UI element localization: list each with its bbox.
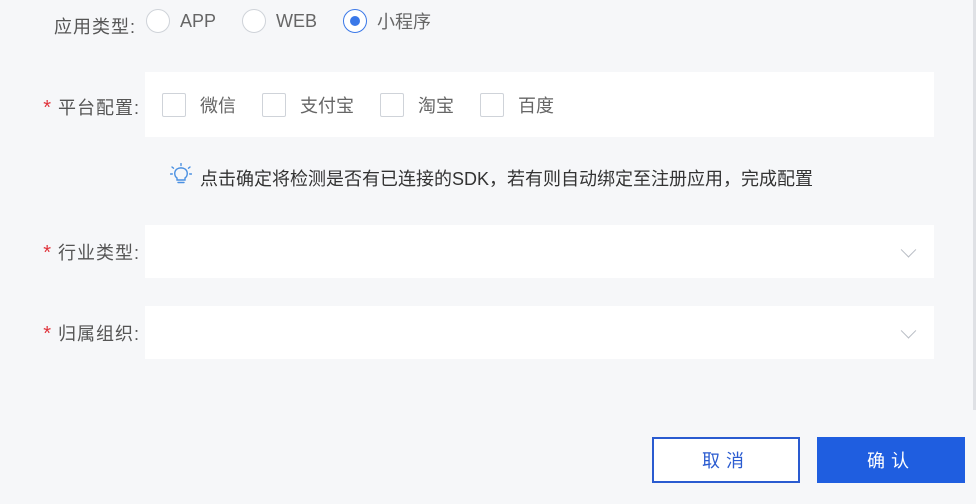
platform-label-wrap: * 平台配置: bbox=[0, 94, 140, 120]
sdk-hint: 点击确定将检测是否有已连接的SDK，若有则自动绑定至注册应用，完成配置 bbox=[169, 162, 814, 192]
checkbox-alipay-label: 支付宝 bbox=[300, 95, 354, 116]
organization-label: 归属组织: bbox=[57, 324, 140, 344]
radio-web-label: WEB bbox=[276, 10, 318, 31]
radio-mini-program-circle[interactable] bbox=[343, 9, 368, 33]
checkbox-taobao-box[interactable] bbox=[380, 92, 404, 117]
checkbox-taobao-label: 淘宝 bbox=[418, 95, 454, 116]
radio-web[interactable]: WEB bbox=[242, 8, 317, 34]
lightbulb-icon bbox=[169, 162, 193, 192]
radio-web-circle[interactable] bbox=[242, 9, 267, 33]
radio-app-circle[interactable] bbox=[146, 9, 170, 33]
required-mark: * bbox=[43, 323, 52, 345]
app-type-radio-group: APP WEB 小程序 bbox=[146, 8, 431, 34]
required-mark: * bbox=[43, 242, 52, 264]
confirm-button[interactable]: 确认 bbox=[817, 437, 965, 483]
organization-label-wrap: * 归属组织: bbox=[0, 320, 140, 346]
checkbox-wechat-box[interactable] bbox=[162, 92, 186, 117]
platform-label: 平台配置: bbox=[57, 98, 140, 118]
checkbox-taobao[interactable]: 淘宝 bbox=[380, 92, 454, 118]
industry-label-wrap: * 行业类型: bbox=[0, 239, 140, 265]
organization-select[interactable] bbox=[145, 306, 934, 359]
checkbox-alipay-box[interactable] bbox=[262, 92, 286, 117]
platform-checkbox-panel: 微信 支付宝 淘宝 百度 bbox=[145, 72, 934, 137]
app-type-label: 应用类型: bbox=[53, 17, 136, 37]
chevron-down-icon[interactable] bbox=[900, 241, 917, 258]
checkbox-wechat[interactable]: 微信 bbox=[162, 92, 236, 118]
sdk-hint-text: 点击确定将检测是否有已连接的SDK，若有则自动绑定至注册应用，完成配置 bbox=[200, 168, 814, 189]
checkbox-wechat-label: 微信 bbox=[200, 95, 236, 116]
checkbox-baidu[interactable]: 百度 bbox=[480, 92, 554, 118]
checkbox-baidu-box[interactable] bbox=[480, 92, 504, 117]
checkbox-alipay[interactable]: 支付宝 bbox=[262, 92, 354, 118]
industry-select[interactable] bbox=[145, 225, 934, 278]
required-mark: * bbox=[43, 97, 52, 119]
cancel-button[interactable]: 取消 bbox=[652, 437, 800, 483]
radio-app[interactable]: APP bbox=[146, 8, 216, 34]
checkbox-baidu-label: 百度 bbox=[518, 95, 554, 116]
radio-mini-program[interactable]: 小程序 bbox=[343, 8, 431, 34]
industry-label: 行业类型: bbox=[57, 243, 140, 263]
radio-app-label: APP bbox=[180, 10, 217, 31]
chevron-down-icon[interactable] bbox=[900, 322, 917, 339]
radio-mini-program-label: 小程序 bbox=[377, 12, 432, 32]
